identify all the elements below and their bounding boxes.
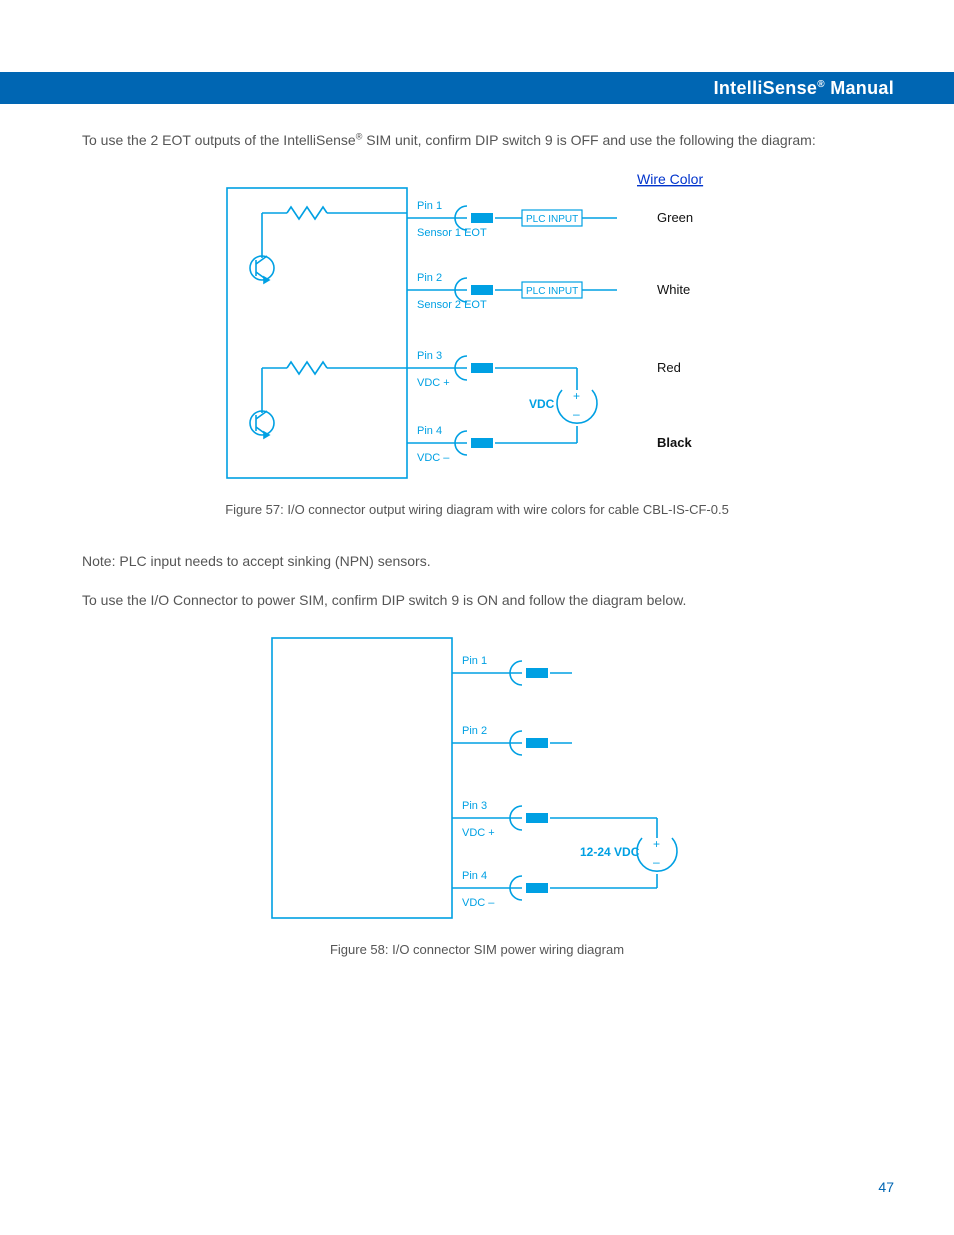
fig57-minus: – bbox=[573, 407, 580, 421]
page-number: 47 bbox=[878, 1179, 894, 1195]
fig57-plus: + bbox=[573, 389, 580, 403]
figure-57-svg: Pin 1 Sensor 1 EOT PLC INPUT Green Pin 2… bbox=[217, 168, 737, 488]
fig58-minus: – bbox=[653, 855, 660, 869]
fig58-plus: + bbox=[653, 837, 660, 851]
wire-color-heading: Wire Color bbox=[637, 171, 703, 187]
fig57-pin2-label: Pin 2 bbox=[417, 272, 442, 284]
fig58-vdc: 12-24 VDC bbox=[580, 845, 640, 859]
fig57-pin3-sub: VDC + bbox=[417, 377, 450, 389]
fig57-pin4-sub: VDC – bbox=[417, 452, 450, 464]
fig58-pin2-label: Pin 2 bbox=[462, 725, 487, 737]
fig58-pin4-label: Pin 4 bbox=[462, 870, 487, 882]
figure-58-caption: Figure 58: I/O connector SIM power wirin… bbox=[330, 942, 624, 957]
fig57-vdc: VDC bbox=[529, 397, 555, 411]
intro-paragraph-1: To use the 2 EOT outputs of the IntelliS… bbox=[82, 130, 872, 150]
header-title-a: IntelliSense bbox=[714, 78, 818, 98]
fig57-pin4-label: Pin 4 bbox=[417, 425, 442, 437]
registered-mark: ® bbox=[817, 79, 825, 90]
figure-58: Pin 1 Pin 2 Pin 3 VDC + bbox=[82, 628, 872, 983]
p1b: SIM unit, confirm DIP switch 9 is OFF an… bbox=[362, 132, 815, 148]
fig58-pin4-sub: VDC – bbox=[462, 897, 495, 909]
fig57-pin2-sub: Sensor 2 EOT bbox=[417, 299, 487, 311]
header-banner: IntelliSense® Manual bbox=[0, 72, 954, 104]
fig57-plc2: PLC INPUT bbox=[526, 286, 578, 297]
fig57-color3: Red bbox=[657, 360, 681, 375]
fig57-pin1-sub: Sensor 1 EOT bbox=[417, 227, 487, 239]
intro-paragraph-2: To use the I/O Connector to power SIM, c… bbox=[82, 590, 872, 610]
header-title: IntelliSense® Manual bbox=[714, 78, 894, 99]
fig57-pin1-label: Pin 1 bbox=[417, 200, 442, 212]
fig57-color1: Green bbox=[657, 210, 693, 225]
fig58-pin3-label: Pin 3 bbox=[462, 800, 487, 812]
note-paragraph: Note: PLC input needs to accept sinking … bbox=[82, 551, 872, 571]
figure-57-caption: Figure 57: I/O connector output wiring d… bbox=[225, 502, 729, 517]
figure-58-svg: Pin 1 Pin 2 Pin 3 VDC + bbox=[262, 628, 692, 928]
fig58-pin3-sub: VDC + bbox=[462, 827, 495, 839]
page: IntelliSense® Manual To use the 2 EOT ou… bbox=[0, 0, 954, 1235]
figure-57: Pin 1 Sensor 1 EOT PLC INPUT Green Pin 2… bbox=[82, 168, 872, 543]
content-area: To use the 2 EOT outputs of the IntelliS… bbox=[82, 130, 872, 991]
fig58-pin1-label: Pin 1 bbox=[462, 655, 487, 667]
fig57-pin3-label: Pin 3 bbox=[417, 350, 442, 362]
fig57-color4: Black bbox=[657, 435, 692, 450]
fig57-plc1: PLC INPUT bbox=[526, 214, 578, 225]
fig57-color2: White bbox=[657, 282, 690, 297]
p1a: To use the 2 EOT outputs of the IntelliS… bbox=[82, 132, 356, 148]
header-title-b: Manual bbox=[825, 78, 894, 98]
